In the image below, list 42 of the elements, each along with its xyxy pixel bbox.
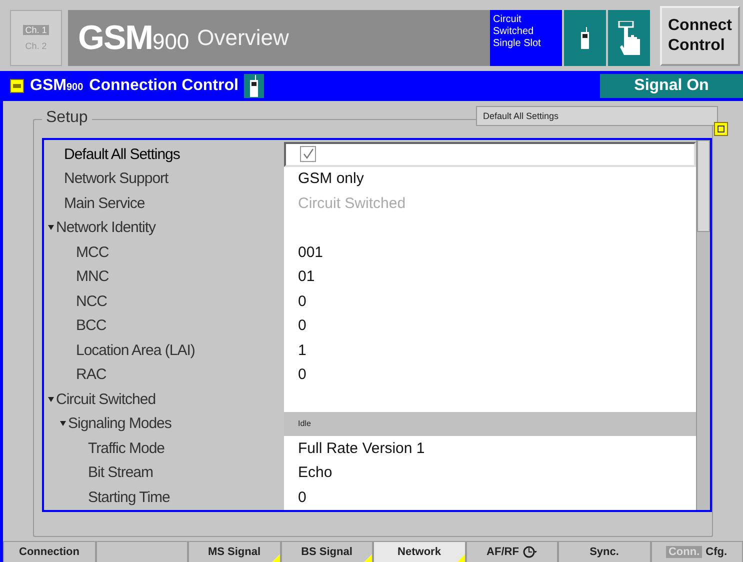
value-cell[interactable]: 1 bbox=[284, 338, 696, 362]
value-cell[interactable]: 01 bbox=[284, 264, 696, 289]
row-label: Network Identity bbox=[56, 219, 156, 236]
group-title: Setup bbox=[42, 109, 92, 127]
softkey-tab[interactable]: BS Signal bbox=[280, 541, 373, 562]
row-label: RAC bbox=[76, 366, 106, 384]
row-label: BCC bbox=[76, 317, 106, 334]
value-cell[interactable]: 001 bbox=[284, 240, 696, 264]
row-label: Bit Stream bbox=[88, 464, 154, 482]
softkey-tab[interactable]: AF/RF bbox=[466, 541, 558, 562]
view-title: Overview bbox=[197, 25, 289, 51]
row-label: NCC bbox=[76, 292, 107, 310]
menu-name: Connection Control bbox=[89, 77, 238, 95]
value-cell[interactable]: 0 bbox=[284, 314, 696, 338]
signal-status: Signal On bbox=[600, 74, 743, 98]
connect-control-button[interactable]: Connect Control bbox=[660, 6, 740, 66]
row-label: Location Area (LAI) bbox=[76, 342, 195, 359]
value-cell[interactable]: GSM only bbox=[284, 166, 696, 191]
softkey-tab[interactable]: Network bbox=[373, 541, 466, 562]
row-label: Signaling Modes bbox=[68, 415, 172, 432]
row-label: Main Service bbox=[64, 194, 145, 212]
softkey-tab[interactable]: Connection bbox=[3, 541, 96, 562]
value-cell[interactable]: 0 bbox=[284, 289, 696, 314]
softkey-tab[interactable]: MS Signal bbox=[188, 541, 280, 562]
value-cell: Idle bbox=[284, 412, 696, 436]
row-label: Default All Settings bbox=[64, 146, 180, 163]
row-label: Traffic Mode bbox=[88, 440, 165, 457]
row-label: MNC bbox=[76, 268, 109, 286]
softkey-tab[interactable]: Sync. bbox=[558, 541, 650, 562]
row-label: Circuit Switched bbox=[56, 390, 156, 408]
value-cell[interactable]: Full Rate Version 1 bbox=[284, 436, 696, 460]
row-label: Network Support bbox=[64, 170, 168, 188]
row-label: Starting Time bbox=[88, 488, 170, 506]
menu-title: GSM900 bbox=[30, 77, 84, 95]
default-settings-button[interactable]: Default All Settings bbox=[476, 106, 718, 126]
value-cell[interactable]: 0 bbox=[284, 362, 696, 387]
row-label: MCC bbox=[76, 244, 109, 261]
softkey-tab[interactable]: Conn. Cfg. bbox=[650, 541, 743, 562]
app-title: GSM900 bbox=[78, 18, 190, 58]
value-cell[interactable]: 0 bbox=[284, 485, 696, 510]
value-cell[interactable]: Echo bbox=[284, 460, 696, 485]
mode-indicator: Circuit Switched Single Slot bbox=[490, 10, 562, 66]
